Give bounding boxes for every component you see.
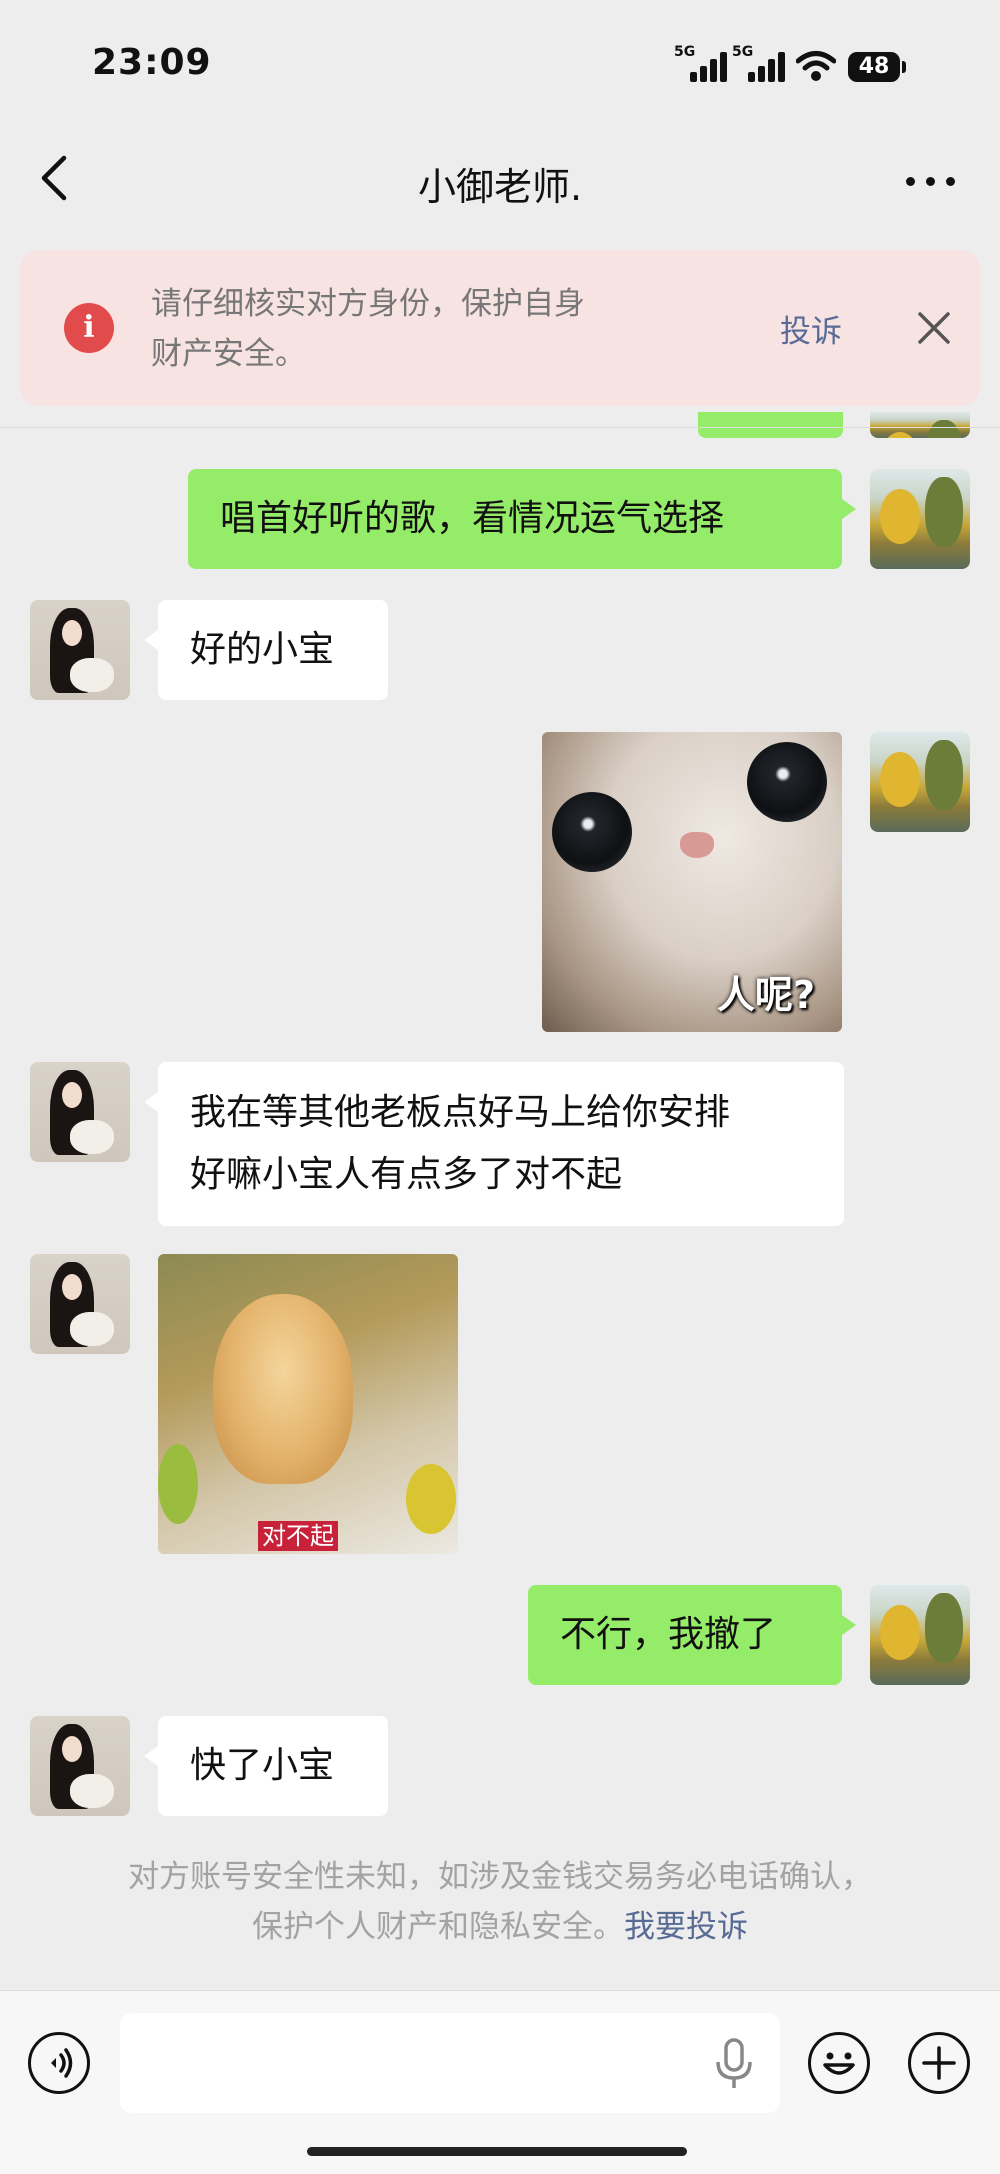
emoji-icon[interactable] [808, 2032, 870, 2094]
signal-icon-1: 5G [674, 44, 728, 82]
status-time: 23:09 [92, 42, 212, 83]
my-avatar[interactable] [870, 732, 970, 832]
voice-icon[interactable] [28, 2032, 90, 2094]
sticker-caption: 对不起 [258, 1521, 338, 1551]
sticker-caption: 人呢? [717, 973, 816, 1017]
more-icon[interactable] [900, 166, 960, 196]
wifi-icon [796, 51, 836, 81]
plus-icon[interactable] [908, 2032, 970, 2094]
report-link[interactable]: 我要投诉 [624, 1909, 748, 1945]
banner-text: 请仔细核实对方身份，保护自身财产安全。 [151, 286, 585, 372]
contact-avatar[interactable] [30, 1716, 130, 1816]
my-avatar[interactable] [870, 412, 970, 438]
security-warning-banner: i 请仔细核实对方身份，保护自身财产安全。 投诉 [20, 250, 980, 406]
message-bubble[interactable]: 快了小宝 [144, 1716, 388, 1816]
message-input[interactable] [120, 2013, 780, 2113]
warning-icon: i [64, 303, 114, 353]
home-indicator[interactable] [307, 2147, 687, 2156]
report-link[interactable]: 投诉 [780, 306, 842, 351]
divider [0, 427, 1000, 428]
chat-title: 小御老师. [417, 165, 583, 209]
battery-tip [902, 61, 906, 73]
contact-avatar[interactable] [30, 1062, 130, 1162]
message-bubble[interactable]: 我在等其他老板点好马上给你安排 好嘛小宝人有点多了对不起 [144, 1062, 844, 1226]
my-avatar[interactable] [870, 1585, 970, 1685]
contact-avatar[interactable] [30, 1254, 130, 1354]
message-bubble[interactable]: 唱首好听的歌，看情况运气选择 [188, 469, 856, 569]
sticker-image[interactable]: 对不起 [158, 1254, 458, 1554]
sticker-image[interactable]: 人呢? [542, 732, 842, 1032]
mic-icon[interactable] [714, 2038, 754, 2090]
previous-message-fragment [698, 412, 843, 438]
battery-icon: 48 [848, 52, 900, 82]
message-bubble[interactable]: 好的小宝 [144, 600, 388, 700]
message-line: 我在等其他老板点好马上给你安排 [190, 1092, 731, 1133]
close-icon[interactable] [916, 310, 952, 346]
message-bubble[interactable]: 不行，我撤了 [528, 1585, 856, 1685]
my-avatar[interactable] [870, 469, 970, 569]
signal-icon-2: 5G [732, 44, 786, 82]
contact-avatar[interactable] [30, 600, 130, 700]
system-notice: 对方账号安全性未知，如涉及金钱交易务必电话确认， 保护个人财产和隐私安全。我要投… [128, 1859, 872, 1945]
message-line: 好嘛小宝人有点多了对不起 [190, 1154, 623, 1195]
status-bar: 23:09 5G 5G 48 [0, 0, 1000, 120]
